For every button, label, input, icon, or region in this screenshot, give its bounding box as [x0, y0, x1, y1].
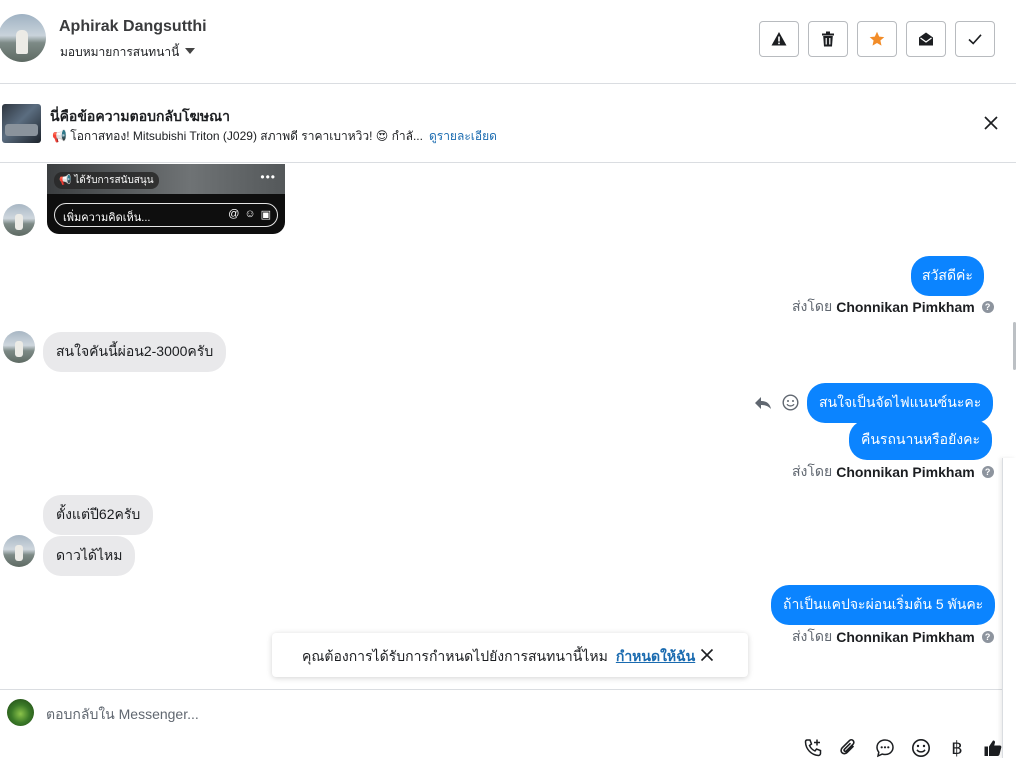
caret-down-icon — [185, 48, 196, 54]
customer-avatar-small — [3, 535, 35, 567]
customer-name[interactable]: Aphirak Dangsutthi — [59, 18, 207, 36]
agent-name: Chonnikan Pimkham — [836, 464, 975, 480]
help-icon[interactable]: ? — [981, 301, 994, 313]
ad-banner-subtitle: 📢 โอกาสทอง! Mitsubishi Triton (J029) สภา… — [52, 127, 497, 146]
reply-composer: ตอบกลับใน Messenger... ฿ — [0, 689, 1002, 758]
toast-text: คุณต้องการได้รับการกำหนดไปยังการสนทนานี้… — [302, 646, 695, 668]
comment-placeholder: เพิ่มความคิดเห็น... — [63, 212, 151, 224]
sponsored-label: 📢 ได้รับการสนับสนุน — [54, 172, 159, 189]
warning-icon — [771, 32, 787, 46]
header-actions — [759, 21, 995, 57]
sent-by-label: ส่งโดย Chonnikan Pimkham ? — [792, 461, 994, 483]
delete-button[interactable] — [808, 21, 848, 57]
mention-icon: @ — [228, 208, 240, 220]
saved-replies-button[interactable] — [875, 738, 895, 758]
emoji-icon: ☺ — [244, 208, 256, 220]
gif-icon: ▣ — [260, 209, 271, 221]
call-button[interactable] — [803, 738, 823, 758]
ad-details-link[interactable]: ดูรายละเอียด — [429, 129, 497, 143]
more-options-icon[interactable]: ••• — [260, 170, 276, 184]
emoji-icon — [912, 739, 930, 757]
attach-file-button[interactable] — [839, 738, 859, 758]
follow-up-star-button[interactable] — [857, 21, 897, 57]
ad-banner-title: นี่คือข้อความตอบกลับโฆษณา — [50, 108, 230, 124]
emoji-react-icon[interactable] — [782, 394, 799, 411]
agent-name: Chonnikan Pimkham — [836, 299, 975, 315]
sponsored-text: ได้รับการสนับสนุน — [74, 175, 154, 186]
reply-icon[interactable] — [754, 395, 772, 411]
close-icon — [984, 116, 998, 130]
customer-avatar-small — [3, 331, 35, 363]
trash-icon — [822, 31, 834, 47]
ad-thumbnail[interactable] — [2, 104, 41, 143]
outgoing-message[interactable]: คืนรถนานหรือยังคะ — [849, 420, 993, 460]
help-icon[interactable]: ? — [981, 466, 994, 478]
ad-preview-card[interactable]: 📢 ได้รับการสนับสนุน ••• เพิ่มความคิดเห็น… — [47, 164, 285, 234]
ad-reply-banner: นี่คือข้อความตอบกลับโฆษณา 📢 โอกาสทอง! Mi… — [0, 85, 1016, 163]
payment-button[interactable]: ฿ — [947, 738, 967, 758]
reply-input[interactable]: ตอบกลับใน Messenger... — [46, 704, 199, 726]
star-icon — [869, 31, 885, 46]
assign-label: มอบหมายการสนทนานี้ — [60, 45, 180, 59]
agent-name: Chonnikan Pimkham — [836, 629, 975, 645]
customer-avatar[interactable] — [0, 14, 46, 62]
sent-by-prefix: ส่งโดย — [792, 628, 833, 644]
ad-comment-field: เพิ่มความคิดเห็น... @ ☺ ▣ — [54, 203, 278, 227]
mark-unread-button[interactable] — [906, 21, 946, 57]
assign-to-me-link[interactable]: กำหนดให้ฉัน — [616, 648, 695, 664]
incoming-message[interactable]: ดาวได้ไหม — [43, 536, 136, 576]
message-hover-actions — [754, 394, 799, 411]
paperclip-icon — [840, 739, 855, 755]
close-icon — [700, 648, 714, 662]
sent-by-prefix: ส่งโดย — [792, 298, 833, 314]
assign-conversation-dropdown[interactable]: มอบหมายการสนทนานี้ — [60, 43, 196, 62]
ad-description: 📢 โอกาสทอง! Mitsubishi Triton (J029) สภา… — [52, 129, 423, 143]
checkmark-icon — [968, 34, 982, 45]
mark-done-button[interactable] — [955, 21, 995, 57]
incoming-message[interactable]: ตั้งแต่ปี62ครับ — [43, 495, 154, 535]
conversation-header: Aphirak Dangsutthi มอบหมายการสนทนานี้ — [0, 0, 1016, 84]
thumbs-up-icon — [984, 740, 1002, 756]
phone-plus-icon — [804, 739, 822, 757]
outgoing-message[interactable]: สนใจเป็นจัดไฟแนนซ์นะคะ — [807, 383, 994, 423]
conversation-thread[interactable]: 📢 ได้รับการสนับสนุน ••• เพิ่มความคิดเห็น… — [0, 164, 1000, 689]
composer-toolbar: ฿ — [803, 738, 1003, 758]
incoming-message[interactable]: สนใจคันนี้ผ่อน2-3000ครับ — [43, 332, 227, 372]
page-avatar — [7, 699, 34, 726]
emoji-button[interactable] — [911, 738, 931, 758]
toast-message: คุณต้องการได้รับการกำหนดไปยังการสนทนานี้… — [302, 648, 608, 664]
comment-icons: @ ☺ ▣ — [228, 208, 271, 221]
chat-bubble-icon — [876, 739, 894, 758]
assign-reminder-toast: คุณต้องการได้รับการกำหนดไปยังการสนทนานี้… — [272, 633, 748, 677]
outgoing-message[interactable]: สวัสดีค่ะ — [911, 256, 984, 296]
side-panel-edge — [1002, 458, 1016, 758]
sent-by-label: ส่งโดย Chonnikan Pimkham ? — [792, 626, 994, 648]
dismiss-toast-button[interactable] — [700, 648, 714, 662]
customer-avatar-small — [3, 204, 35, 236]
baht-icon: ฿ — [951, 737, 963, 758]
envelope-open-icon — [919, 32, 933, 46]
sent-by-label: ส่งโดย Chonnikan Pimkham ? — [792, 296, 994, 318]
close-banner-button[interactable] — [983, 115, 999, 131]
like-button[interactable] — [983, 738, 1003, 758]
outgoing-message[interactable]: ถ้าเป็นแคปจะผ่อนเริ่มต้น 5 พันคะ — [771, 585, 996, 625]
help-icon[interactable]: ? — [981, 631, 994, 643]
mark-spam-button[interactable] — [759, 21, 799, 57]
sent-by-prefix: ส่งโดย — [792, 463, 833, 479]
